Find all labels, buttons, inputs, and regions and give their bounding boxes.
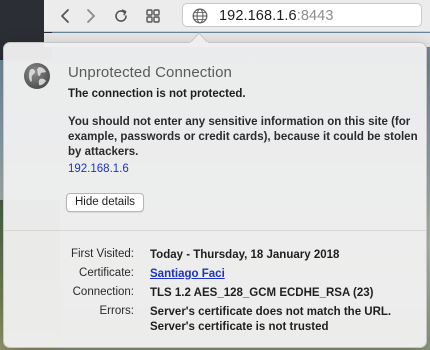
browser-toolbar: 192.168.1.6:8443: [44, 0, 430, 32]
chevron-right-icon: [87, 9, 95, 23]
certificate-link[interactable]: Santiago Faci: [150, 268, 225, 280]
detail-label: First Visited:: [70, 248, 134, 260]
popover-arrow: [190, 32, 208, 43]
detail-label: Connection:: [72, 286, 134, 298]
globe-icon: [24, 63, 50, 89]
address-bar[interactable]: 192.168.1.6:8443: [182, 3, 422, 27]
url-port: :8443: [296, 8, 334, 24]
forward-button[interactable]: [80, 5, 102, 27]
detail-row-first-visited: First Visited: Today - Thursday, 18 Janu…: [4, 248, 426, 264]
detail-label: Errors:: [99, 305, 135, 317]
grid-icon: [146, 9, 160, 23]
globe-icon[interactable]: [191, 7, 209, 25]
tabs-overview-button[interactable]: [142, 5, 164, 27]
detail-value: TLS 1.2 AES_128_GCM ECDHE_RSA (23): [150, 287, 374, 299]
detail-label: Certificate:: [79, 267, 134, 279]
error-line: Server's certificate is not trusted: [150, 321, 329, 333]
detail-value: Today - Thursday, 18 January 2018: [150, 249, 340, 261]
host-link[interactable]: 192.168.1.6: [68, 163, 129, 175]
back-button[interactable]: [54, 5, 76, 27]
popover-headline: The connection is not protected.: [68, 88, 246, 100]
hide-details-button[interactable]: Hide details: [66, 193, 144, 212]
divider: [4, 230, 426, 231]
security-warning-text: You should not enter any sensitive infor…: [68, 116, 418, 158]
url-text[interactable]: 192.168.1.6:8443: [219, 7, 334, 25]
detail-row-connection: Connection: TLS 1.2 AES_128_GCM ECDHE_RS…: [4, 286, 426, 302]
reload-button[interactable]: [110, 5, 132, 27]
reload-icon: [115, 9, 127, 22]
chevron-left-icon: [61, 9, 69, 23]
error-line: Server's certificate does not match the …: [150, 306, 392, 318]
detail-row-certificate: Certificate: Santiago Faci: [4, 267, 426, 283]
url-host: 192.168.1.6: [219, 8, 297, 24]
connection-info-popover: Unprotected Connection The connection is…: [3, 42, 427, 348]
detail-value: Server's certificate does not match the …: [150, 305, 420, 335]
popover-title: Unprotected Connection: [68, 64, 232, 81]
detail-row-errors: Errors: Server's certificate does not ma…: [4, 305, 426, 337]
detail-value: Santiago Faci: [150, 267, 420, 282]
